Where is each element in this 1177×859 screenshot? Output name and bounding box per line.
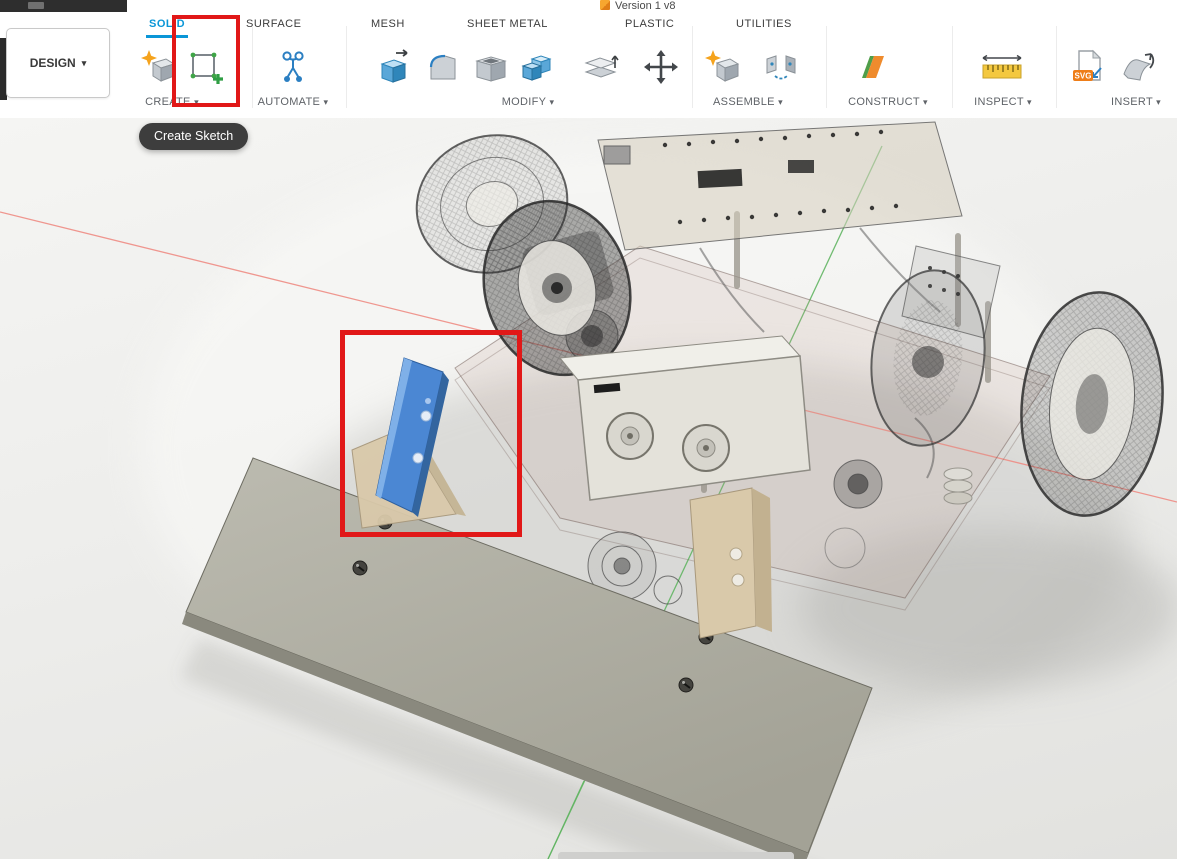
- group-label-modify[interactable]: MODIFY ▾: [473, 96, 583, 108]
- press-pull-button[interactable]: [376, 48, 414, 86]
- window-top-strip: Version 1 v8: [0, 0, 1177, 12]
- tab-plastic[interactable]: PLASTIC: [622, 18, 677, 35]
- chevron-down-icon: ▾: [1027, 97, 1032, 107]
- support-bracket-right[interactable]: [690, 488, 772, 638]
- create-sketch-button[interactable]: [187, 48, 225, 86]
- chevron-down-icon: ▾: [778, 97, 783, 107]
- group-label-create[interactable]: CREATE ▾: [117, 96, 227, 108]
- automate-button[interactable]: [274, 48, 312, 86]
- viewport[interactable]: [0, 118, 1177, 859]
- offset-face-button[interactable]: [582, 48, 620, 86]
- viewport-3d-scene[interactable]: [0, 118, 1177, 859]
- measure-button[interactable]: [978, 48, 1026, 86]
- move-icon: [642, 48, 680, 86]
- joint-button[interactable]: [762, 48, 800, 86]
- group-label-automate[interactable]: AUTOMATE ▾: [238, 96, 348, 108]
- insert-derive-button[interactable]: [1118, 48, 1156, 86]
- tab-utilities[interactable]: UTILITIES: [733, 18, 795, 35]
- create-sketch-icon: [187, 48, 225, 86]
- tab-sheet-metal[interactable]: SHEET METAL: [464, 18, 551, 35]
- new-component-icon: [704, 48, 742, 86]
- design-menu-label: DESIGN: [30, 56, 76, 70]
- document-version-label: Version 1 v8: [600, 0, 676, 12]
- assemble-new-component-button[interactable]: [704, 48, 742, 86]
- joint-icon: [762, 48, 800, 86]
- insert-svg-icon: SVG: [1070, 48, 1108, 86]
- chevron-down-icon: ▾: [549, 97, 554, 107]
- battery-holder[interactable]: [560, 336, 810, 500]
- chevron-down-icon: ▾: [324, 97, 329, 107]
- group-label-inspect[interactable]: INSPECT ▾: [948, 96, 1058, 108]
- move-copy-button[interactable]: [642, 48, 680, 86]
- tooltip-create-sketch: Create Sketch: [139, 123, 248, 150]
- press-pull-icon: [376, 48, 414, 86]
- chevron-down-icon: ▾: [923, 97, 928, 107]
- tab-mesh[interactable]: MESH: [368, 18, 408, 35]
- construct-plane-icon: [854, 48, 892, 86]
- insert-mesh-icon: [1118, 48, 1156, 86]
- new-component-button[interactable]: [140, 48, 178, 86]
- tab-solid[interactable]: SOLID: [146, 18, 188, 38]
- shell-button[interactable]: [472, 48, 510, 86]
- chevron-down-icon: ▾: [194, 97, 199, 107]
- version-text: Version 1 v8: [615, 0, 676, 12]
- navbar-remnant: [558, 852, 794, 859]
- automate-icon: [274, 48, 312, 86]
- svg-badge-label: SVG: [1075, 72, 1092, 81]
- standoff-discs: [944, 468, 972, 504]
- measure-icon: [978, 48, 1026, 86]
- fillet-icon: [424, 48, 462, 86]
- group-label-construct[interactable]: CONSTRUCT ▾: [833, 96, 943, 108]
- combine-icon: [518, 48, 556, 86]
- design-menu-button[interactable]: DESIGN ▾: [6, 28, 110, 98]
- combine-button[interactable]: [518, 48, 556, 86]
- browser-tab-icon: [28, 2, 44, 9]
- chevron-down-icon: ▾: [1156, 97, 1161, 107]
- ribbon-toolbar: DESIGN ▾ SOLID SURFACE MESH SHEET METAL …: [0, 12, 1177, 119]
- new-component-icon: [140, 48, 178, 86]
- chevron-down-icon: ▾: [82, 58, 87, 69]
- construct-plane-button[interactable]: [854, 48, 892, 86]
- fillet-button[interactable]: [424, 48, 462, 86]
- insert-svg-button[interactable]: SVG: [1070, 48, 1108, 86]
- fusion-document-icon: [600, 0, 610, 10]
- ribbon-divider: [826, 26, 827, 108]
- browser-tab-remnant[interactable]: [0, 0, 127, 12]
- shell-icon: [472, 48, 510, 86]
- offset-face-icon: [582, 48, 620, 86]
- group-label-insert[interactable]: INSERT ▾: [1081, 96, 1177, 108]
- group-label-assemble[interactable]: ASSEMBLE ▾: [693, 96, 803, 108]
